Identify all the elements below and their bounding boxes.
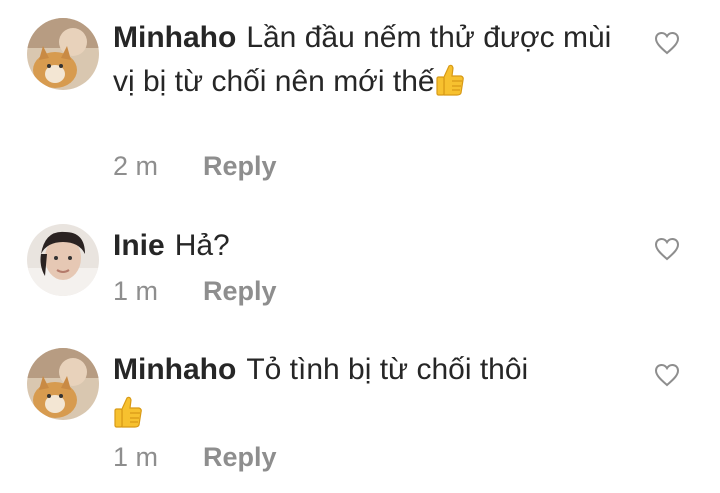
comment-meta: 1 m Reply bbox=[113, 441, 277, 473]
like-heart-icon[interactable] bbox=[654, 237, 680, 261]
comment-meta: 1 m Reply bbox=[113, 275, 277, 307]
comment-timestamp: 1 m bbox=[113, 276, 159, 306]
comment-body: Hả? bbox=[174, 229, 230, 262]
comment-username[interactable]: Inie bbox=[113, 229, 165, 262]
thumbs-up-icon bbox=[113, 395, 143, 429]
comment-meta: 2 m Reply bbox=[113, 150, 277, 182]
comment-text: Inie Hả? bbox=[113, 224, 633, 268]
comment-item: Inie Hả? 1 m Reply bbox=[0, 200, 720, 330]
comment-username[interactable]: Minhaho bbox=[113, 353, 236, 386]
avatar[interactable] bbox=[27, 224, 99, 296]
comment-text: Minhaho Tỏ tình bị từ chối thôi bbox=[113, 348, 633, 436]
comment-body: Tỏ tình bị từ chối thôi bbox=[246, 353, 529, 386]
like-heart-icon[interactable] bbox=[654, 363, 680, 387]
reply-button[interactable]: Reply bbox=[203, 275, 277, 307]
comment-item: Minhaho Tỏ tình bị từ chối thôi 1 m Reply bbox=[0, 330, 720, 493]
comment-timestamp: 1 m bbox=[113, 442, 159, 472]
reply-button[interactable]: Reply bbox=[203, 441, 277, 473]
comment-timestamp: 2 m bbox=[113, 151, 159, 181]
comment-item: Minhaho Lần đầu nếm thử được mùi vị bị từ… bbox=[0, 0, 720, 200]
avatar[interactable] bbox=[27, 18, 99, 90]
thumbs-up-icon bbox=[435, 63, 465, 97]
avatar[interactable] bbox=[27, 348, 99, 420]
reply-button[interactable]: Reply bbox=[203, 150, 277, 182]
comment-text: Minhaho Lần đầu nếm thử được mùi vị bị từ… bbox=[113, 16, 633, 104]
like-heart-icon[interactable] bbox=[654, 31, 680, 55]
comment-username[interactable]: Minhaho bbox=[113, 21, 236, 54]
